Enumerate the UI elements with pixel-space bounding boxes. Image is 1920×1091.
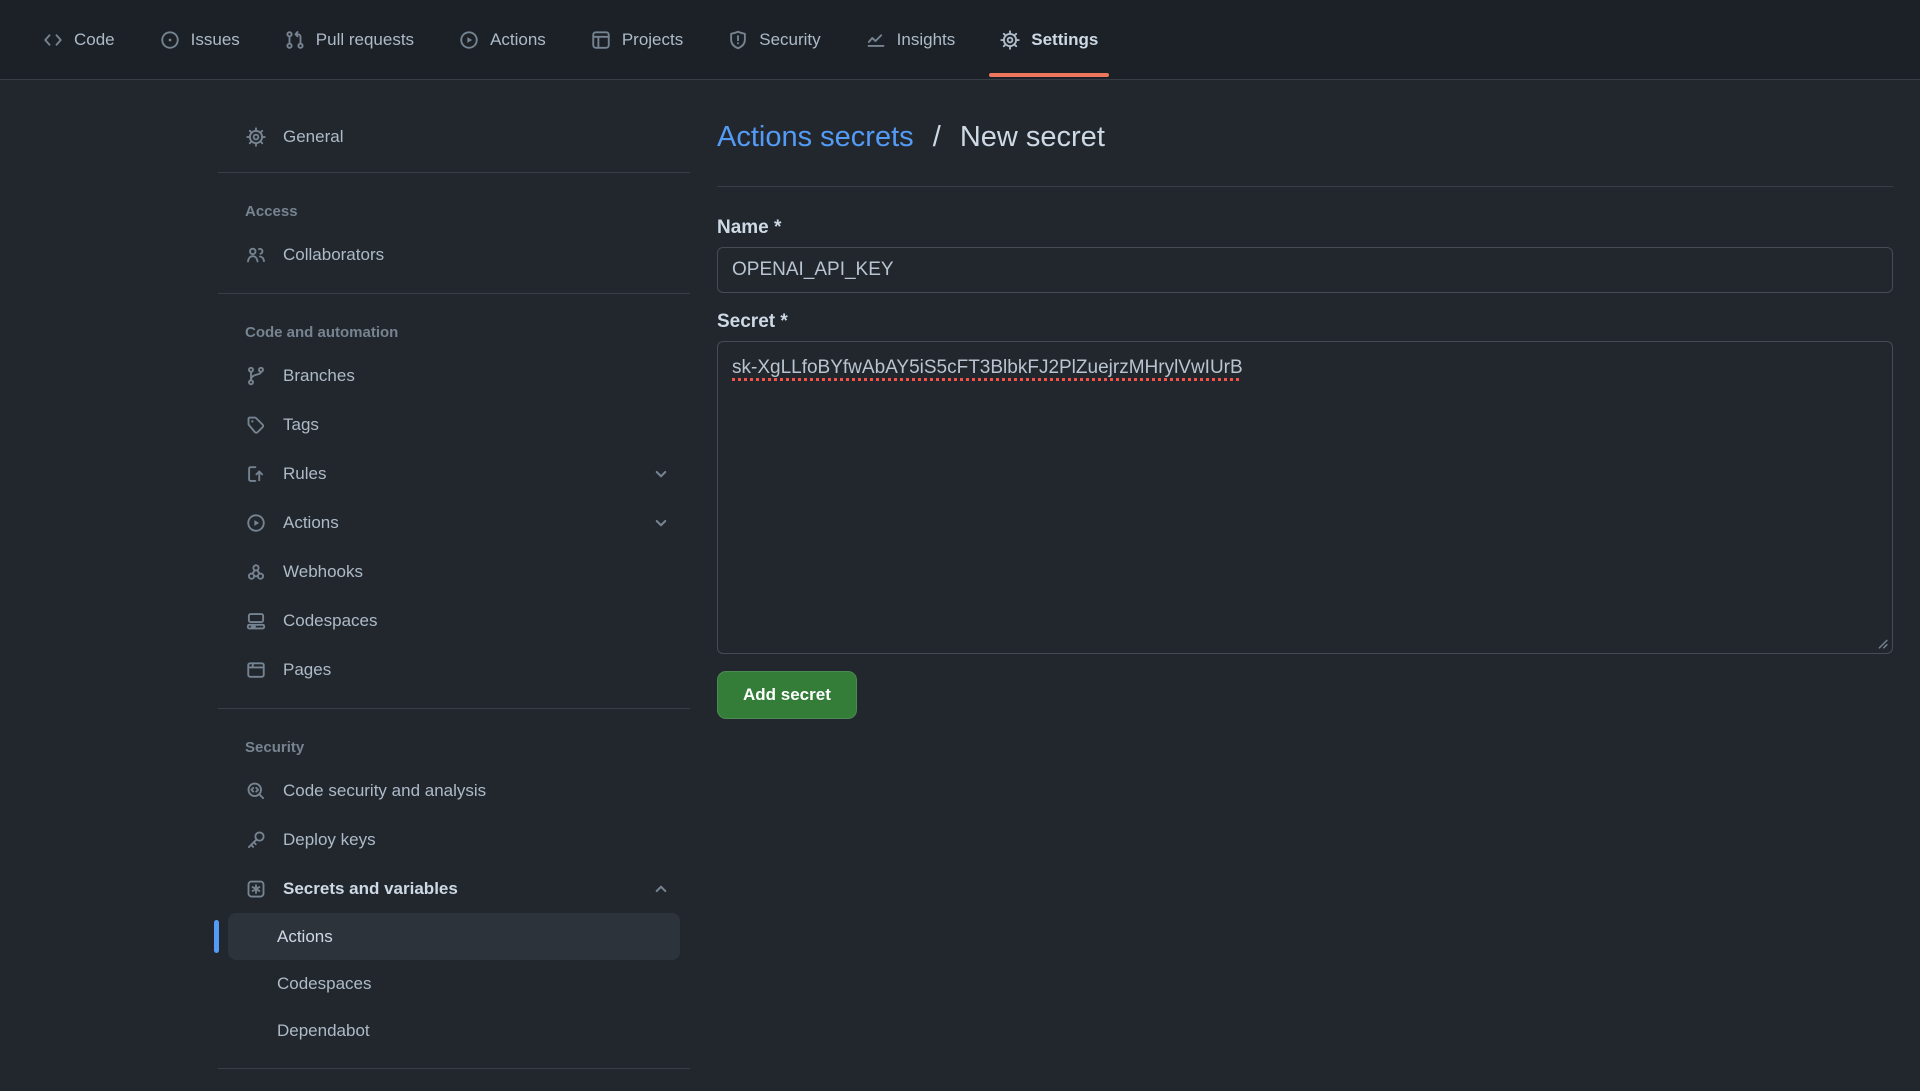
people-icon xyxy=(246,245,266,265)
nav-tab-label: Issues xyxy=(191,30,240,50)
code-icon xyxy=(43,30,63,50)
sidebar-item-secrets-variables[interactable]: Secrets and variables xyxy=(218,864,690,913)
sidebar-item-label: Code security and analysis xyxy=(283,781,486,801)
shield-icon xyxy=(728,30,748,50)
sidebar-item-label: Codespaces xyxy=(283,611,378,631)
key-asterisk-icon xyxy=(246,879,266,899)
sidebar-item-tags[interactable]: Tags xyxy=(218,400,690,449)
sidebar-item-label: Deploy keys xyxy=(283,830,376,850)
sidebar-section-access: Access xyxy=(218,203,690,220)
codespaces-icon xyxy=(246,611,266,631)
secret-name-input[interactable] xyxy=(717,247,1893,293)
sidebar-subitem-actions[interactable]: Actions xyxy=(228,913,680,960)
sidebar-item-label: Webhooks xyxy=(283,562,363,582)
rules-icon xyxy=(246,464,266,484)
nav-tab-label: Insights xyxy=(897,30,956,50)
nav-tab-label: Code xyxy=(74,30,115,50)
sidebar-subitem-label: Codespaces xyxy=(277,974,372,994)
sidebar-item-label: Tags xyxy=(283,415,319,435)
secret-value-textarea[interactable]: sk-XgLLfoBYfwAbAY5iS5cFT3BlbkFJ2PlZuejrz… xyxy=(717,341,1893,654)
nav-tab-label: Projects xyxy=(622,30,683,50)
divider xyxy=(218,708,690,709)
sidebar-item-rules[interactable]: Rules xyxy=(218,449,690,498)
webhook-icon xyxy=(246,562,266,582)
nav-tab-settings[interactable]: Settings xyxy=(985,0,1113,79)
sidebar-item-label: Secrets and variables xyxy=(283,879,458,899)
settings-sidebar: General Access Collaborators Code and au… xyxy=(218,80,690,1069)
sidebar-subitem-codespaces[interactable]: Codespaces xyxy=(228,960,680,1007)
settings-page: General Access Collaborators Code and au… xyxy=(0,80,1920,1069)
sidebar-item-label: Actions xyxy=(283,513,339,533)
secret-label: Secret * xyxy=(717,311,1893,333)
active-item-indicator xyxy=(214,920,219,953)
add-secret-button[interactable]: Add secret xyxy=(717,671,857,719)
sidebar-section-security: Security xyxy=(218,739,690,756)
sidebar-item-label: Branches xyxy=(283,366,355,386)
chevron-down-icon xyxy=(652,514,670,532)
sidebar-item-branches[interactable]: Branches xyxy=(218,351,690,400)
sidebar-item-label: Pages xyxy=(283,660,331,680)
page-title: Actions secrets / New secret xyxy=(717,118,1893,156)
sidebar-section-code-automation: Code and automation xyxy=(218,324,690,341)
play-icon xyxy=(459,30,479,50)
nav-tab-pull-requests[interactable]: Pull requests xyxy=(270,0,429,79)
divider xyxy=(218,172,690,173)
sidebar-subitem-label: Actions xyxy=(277,927,333,947)
gear-icon xyxy=(1000,30,1020,50)
divider xyxy=(218,1068,690,1069)
table-icon xyxy=(591,30,611,50)
repo-tab-nav: Code Issues Pull requests Actions Projec… xyxy=(0,0,1920,80)
breadcrumb-separator: / xyxy=(933,121,941,153)
sidebar-item-code-security[interactable]: Code security and analysis xyxy=(218,766,690,815)
sidebar-item-label: Rules xyxy=(283,464,326,484)
sidebar-item-collaborators[interactable]: Collaborators xyxy=(218,230,690,279)
sidebar-item-actions[interactable]: Actions xyxy=(218,498,690,547)
new-secret-form: Actions secrets / New secret Name * Secr… xyxy=(717,80,1893,719)
pull-request-icon xyxy=(285,30,305,50)
sidebar-item-codespaces[interactable]: Codespaces xyxy=(218,596,690,645)
sidebar-subitem-dependabot[interactable]: Dependabot xyxy=(228,1007,680,1054)
nav-tab-issues[interactable]: Issues xyxy=(145,0,255,79)
breadcrumb-current: New secret xyxy=(960,121,1105,153)
name-label: Name * xyxy=(717,217,1893,239)
sidebar-item-pages[interactable]: Pages xyxy=(218,645,690,694)
nav-tab-insights[interactable]: Insights xyxy=(851,0,971,79)
nav-tab-code[interactable]: Code xyxy=(28,0,130,79)
active-tab-underline xyxy=(989,73,1109,77)
play-icon xyxy=(246,513,266,533)
nav-tab-actions[interactable]: Actions xyxy=(444,0,561,79)
sidebar-item-deploy-keys[interactable]: Deploy keys xyxy=(218,815,690,864)
issue-opened-icon xyxy=(160,30,180,50)
sidebar-item-general[interactable]: General xyxy=(218,116,690,158)
secret-value-text: sk-XgLLfoBYfwAbAY5iS5cFT3BlbkFJ2PlZuejrz… xyxy=(732,357,1243,378)
nav-tab-label: Security xyxy=(759,30,820,50)
key-icon xyxy=(246,830,266,850)
gear-icon xyxy=(246,127,266,147)
nav-tab-label: Actions xyxy=(490,30,546,50)
sidebar-item-webhooks[interactable]: Webhooks xyxy=(218,547,690,596)
graph-icon xyxy=(866,30,886,50)
chevron-down-icon xyxy=(652,465,670,483)
browser-icon xyxy=(246,660,266,680)
sidebar-item-label: Collaborators xyxy=(283,245,384,265)
actions-secrets-link[interactable]: Actions secrets xyxy=(717,121,914,153)
divider xyxy=(717,186,1893,187)
nav-tab-projects[interactable]: Projects xyxy=(576,0,698,79)
code-scan-icon xyxy=(246,781,266,801)
resize-grip-icon[interactable] xyxy=(1875,636,1888,649)
chevron-up-icon xyxy=(652,880,670,898)
git-branch-icon xyxy=(246,366,266,386)
divider xyxy=(218,293,690,294)
nav-tab-label: Pull requests xyxy=(316,30,414,50)
sidebar-item-label: General xyxy=(283,127,343,147)
sidebar-subitem-label: Dependabot xyxy=(277,1021,370,1041)
nav-tab-security[interactable]: Security xyxy=(713,0,835,79)
nav-tab-label: Settings xyxy=(1031,30,1098,50)
tag-icon xyxy=(246,415,266,435)
